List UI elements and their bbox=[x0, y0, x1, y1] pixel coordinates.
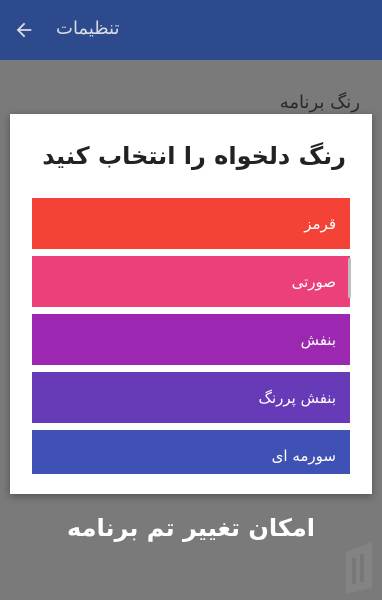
color-option-label: صورتی bbox=[291, 272, 336, 291]
color-option-indigo[interactable]: سورمه ای bbox=[32, 430, 350, 474]
dialog-title: رنگ دلخواه را انتخاب کنید bbox=[42, 142, 346, 170]
store-logo-watermark bbox=[346, 542, 372, 594]
back-button[interactable] bbox=[10, 16, 38, 44]
color-option-label: سورمه ای bbox=[271, 446, 336, 465]
color-option-purple[interactable]: بنفش bbox=[32, 314, 350, 365]
arrow-back-icon bbox=[16, 22, 32, 38]
app-bar-title: تنظیمات bbox=[56, 18, 120, 39]
list-scrollbar[interactable] bbox=[348, 258, 351, 298]
color-option-deep-purple[interactable]: بنفش پررنگ bbox=[32, 372, 350, 423]
color-option-label: قرمز bbox=[304, 214, 336, 233]
app-bar: تنظیمات bbox=[0, 0, 382, 60]
promo-caption: امکان تغییر تم برنامه bbox=[67, 514, 315, 542]
color-option-label: بنفش bbox=[300, 330, 336, 349]
color-list[interactable]: قرمز صورتی بنفش بنفش پررنگ سورمه ای bbox=[32, 198, 350, 474]
color-option-label: بنفش پررنگ bbox=[258, 388, 336, 407]
color-option-red[interactable]: قرمز bbox=[32, 198, 350, 249]
app-color-setting-label: رنگ برنامه bbox=[279, 92, 360, 113]
color-picker-dialog: رنگ دلخواه را انتخاب کنید قرمز صورتی بنف… bbox=[10, 114, 372, 494]
color-option-pink[interactable]: صورتی bbox=[32, 256, 350, 307]
